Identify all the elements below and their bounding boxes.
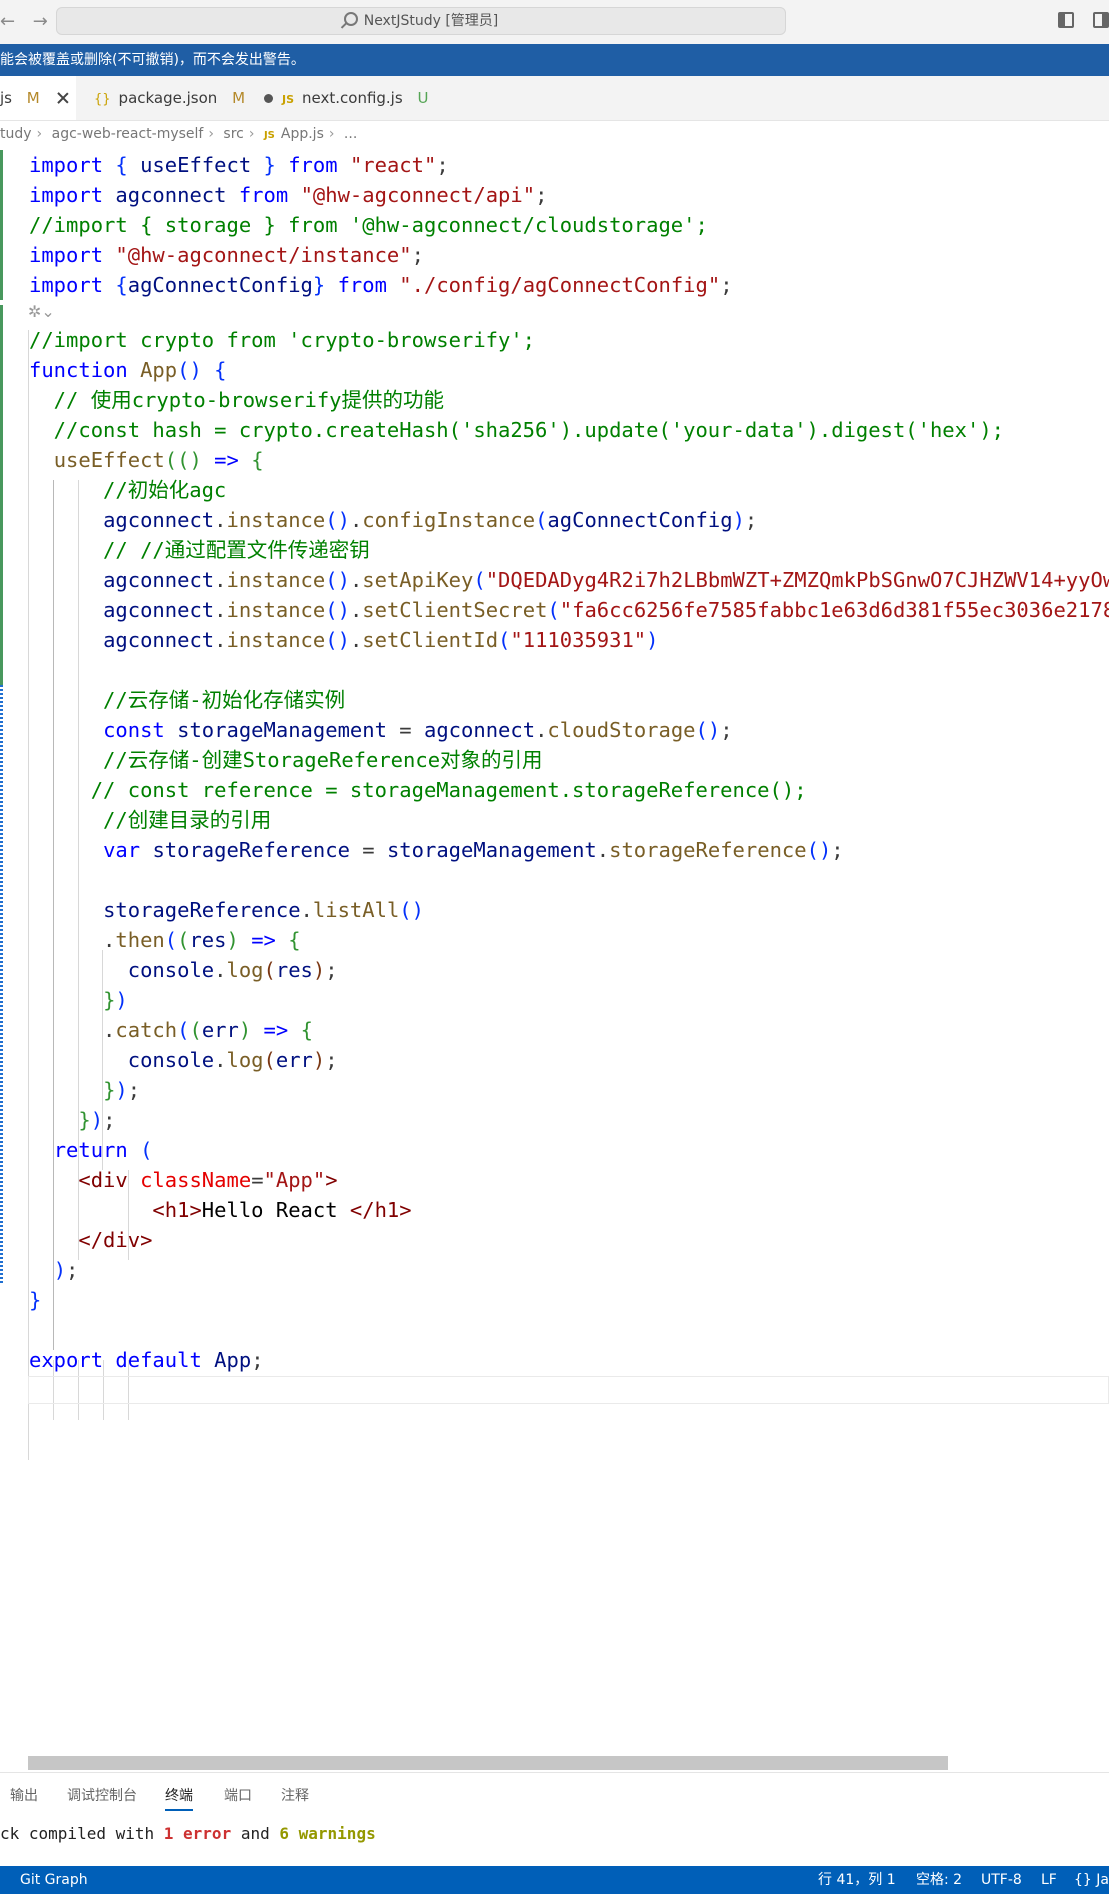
horizontal-scrollbar[interactable] [28, 1756, 948, 1770]
code-line: <div className="App"> [78, 1168, 338, 1192]
language-mode[interactable]: {} Ja [1074, 1866, 1109, 1894]
breadcrumb-item[interactable]: src [223, 126, 243, 142]
code-line: }) [103, 988, 128, 1012]
code-line: //import crypto from 'crypto-browserify'… [29, 328, 536, 352]
code-line: var storageReference = storageManagement… [103, 838, 844, 862]
code-line: <h1>Hello React </h1> [152, 1198, 412, 1222]
tab-ports[interactable]: 端口 [224, 1785, 252, 1805]
code-line: import agconnect from "@hw-agconnect/api… [29, 183, 548, 207]
tab-terminal[interactable]: 终端 [165, 1785, 193, 1811]
code-line: //const hash = crypto.createHash('sha256… [29, 418, 1005, 442]
code-line: .catch((err) => { [29, 1018, 313, 1042]
code-line: agconnect.instance().configInstance(agCo… [103, 508, 758, 532]
js-file-icon: JS [263, 130, 275, 141]
gutter-added-marker [0, 150, 3, 300]
code-line: console.log(err); [127, 1048, 338, 1072]
nav-arrows[interactable]: ← → [0, 11, 54, 32]
status-bar: Git Graph 行 41，列 1 空格: 2 UTF-8 LF {} Ja [0, 1866, 1109, 1894]
tab-next-config-js[interactable]: JS next.config.js U [268, 76, 450, 120]
warning-banner: 能会被覆盖或删除(不可撤销)，而不会发出警告。 [0, 44, 1109, 76]
code-line: }); [103, 1078, 141, 1102]
toggle-sidebar-icon[interactable] [1057, 12, 1074, 28]
search-icon [343, 12, 358, 26]
tab-label: package.json [118, 89, 218, 107]
code-line: ); [53, 1258, 79, 1282]
terminal-output[interactable]: ck compiled with 1 error and 6 warnings [0, 1820, 376, 1848]
inline-suggestion-icon[interactable]: ✲⌄ [28, 302, 55, 321]
code-line: </div> [78, 1228, 153, 1252]
tab-app-js[interactable]: js M [0, 76, 76, 120]
tab-debug-console[interactable]: 调试控制台 [67, 1785, 137, 1805]
tab-package-json[interactable]: {} package.json M [80, 76, 273, 120]
end-of-line[interactable]: LF [1041, 1866, 1057, 1894]
warning-banner-text: 能会被覆盖或删除(不可撤销)，而不会发出警告。 [0, 52, 305, 68]
code-line: useEffect(() => { [53, 448, 264, 472]
panel-tab-bar: 输出 调试控制台 终端 端口 注释 [0, 1772, 1109, 1817]
tab-status: U [417, 89, 429, 107]
code-line: // const reference = storageManagement.s… [29, 778, 807, 802]
code-line: agconnect.instance().setClientSecret("fa… [103, 598, 1109, 622]
title-bar: ← → NextJStudy [管理员] [0, 0, 1109, 44]
toggle-secondary-sidebar-icon[interactable] [1093, 12, 1109, 28]
code-line: //import { storage } from '@hw-agconnect… [29, 213, 708, 237]
code-line: // //通过配置文件传递密钥 [29, 538, 370, 562]
code-line: function App() { [29, 358, 227, 382]
git-graph-item[interactable]: Git Graph [20, 1866, 88, 1894]
layout-controls [1044, 12, 1109, 32]
code-line: import {agConnectConfig} from "./config/… [29, 273, 733, 297]
code-line: //云存储-初始化存储实例 [29, 688, 346, 712]
command-center-search[interactable]: NextJStudy [管理员] [56, 7, 786, 35]
code-line: .then((res) => { [29, 928, 301, 952]
current-line-highlight [28, 1376, 1109, 1404]
code-line: } [29, 1288, 42, 1312]
code-line: //创建目录的引用 [29, 808, 272, 832]
breadcrumb-item[interactable]: agc-web-react-myself [52, 126, 204, 142]
tab-label: next.config.js [302, 89, 403, 107]
close-icon[interactable] [57, 92, 69, 104]
code-line: return ( [53, 1138, 153, 1162]
code-line: export default App; [29, 1348, 264, 1372]
code-line: import "@hw-agconnect/instance"; [29, 243, 424, 267]
code-line: }); [78, 1108, 116, 1132]
indentation[interactable]: 空格: 2 [916, 1866, 962, 1894]
code-line: agconnect.instance().setClientId("111035… [103, 628, 659, 652]
code-line: // 使用crypto-browserify提供的功能 [29, 388, 445, 412]
code-line: storageReference.listAll() [103, 898, 424, 922]
breadcrumb: tudy › agc-web-react-myself › src › JS App.j… [0, 126, 358, 142]
code-line: const storageManagement = agconnect.clou… [103, 718, 733, 742]
gutter-modified-marker [0, 685, 3, 1285]
code-line: //云存储-创建StorageReference对象的引用 [29, 748, 543, 772]
editor-tab-bar: js M {} package.json M JS next.config.js U [0, 76, 1109, 121]
breadcrumb-item[interactable]: tudy [0, 126, 32, 142]
breadcrumb-item[interactable]: ... [344, 126, 357, 142]
tab-comments[interactable]: 注释 [281, 1785, 309, 1805]
code-line: console.log(res); [127, 958, 338, 982]
tab-status: M [26, 89, 40, 107]
tab-status: M [232, 89, 246, 107]
encoding[interactable]: UTF-8 [981, 1866, 1022, 1894]
code-line: agconnect.instance().setApiKey("DQEDADyg… [103, 568, 1109, 592]
warning-count: 6 warnings [279, 1824, 376, 1843]
code-editor[interactable]: ✲⌄ import { useEffect } from "react"; im… [0, 150, 1109, 1750]
cursor-position[interactable]: 行 41，列 1 [818, 1866, 896, 1894]
tab-label: js [0, 89, 12, 107]
search-text: NextJStudy [管理员] [363, 13, 499, 29]
code-line: import { useEffect } from "react"; [29, 153, 449, 177]
error-count: 1 error [163, 1824, 232, 1843]
breadcrumb-item[interactable]: App.js [281, 126, 324, 142]
json-file-icon: {} [94, 92, 111, 107]
code-line: //初始化agc [29, 478, 227, 502]
tab-output[interactable]: 输出 [10, 1785, 38, 1805]
js-file-icon: JS [282, 93, 295, 106]
